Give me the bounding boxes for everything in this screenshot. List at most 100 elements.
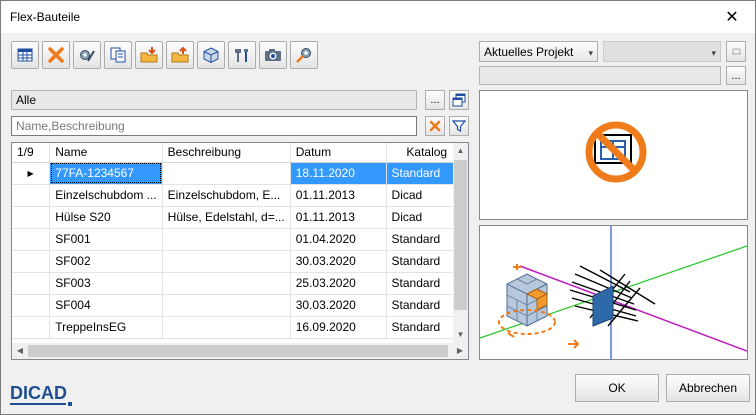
- new-window-button[interactable]: [449, 90, 469, 110]
- col-header-date[interactable]: Datum: [290, 143, 387, 163]
- cell-name[interactable]: Einzelschubdom ...: [49, 184, 163, 207]
- project-select[interactable]: Aktuelles Projekt ▾: [479, 41, 598, 62]
- delete-button[interactable]: [42, 41, 70, 69]
- row-header[interactable]: [12, 206, 51, 229]
- cancel-button-label: Abbrechen: [678, 381, 738, 395]
- col-header-description[interactable]: Beschreibung: [162, 143, 291, 163]
- 3d-part-button[interactable]: [197, 41, 225, 69]
- chevron-down-icon: ▾: [711, 48, 716, 58]
- cell-description[interactable]: [162, 162, 291, 185]
- edit-parts-button[interactable]: [73, 41, 101, 69]
- close-button[interactable]: ✕: [709, 1, 755, 32]
- cell-name[interactable]: TreppeInsEG: [49, 316, 163, 339]
- horizontal-scroll-thumb[interactable]: [28, 345, 448, 357]
- cell-date[interactable]: 30.03.2020: [290, 250, 387, 273]
- tools-button[interactable]: [228, 41, 256, 69]
- vertical-scroll-thumb[interactable]: [454, 160, 467, 310]
- window-title: Flex-Bauteile: [10, 10, 81, 24]
- tools-icon: [235, 49, 248, 62]
- current-row-indicator-icon: ▶: [27, 168, 34, 178]
- copy-button[interactable]: [104, 41, 132, 69]
- settings-button[interactable]: [290, 41, 318, 69]
- cell-date[interactable]: 30.03.2020: [290, 294, 387, 317]
- title-bar: Flex-Bauteile ✕: [1, 1, 755, 33]
- catalog-select[interactable]: ▾: [603, 41, 721, 62]
- cell-description[interactable]: [162, 228, 291, 251]
- row-header[interactable]: [12, 294, 51, 317]
- cell-name[interactable]: SF002: [49, 250, 163, 273]
- ok-button[interactable]: OK: [575, 374, 659, 402]
- clear-filter-button[interactable]: [425, 116, 445, 136]
- filter-button[interactable]: [449, 116, 469, 136]
- scroll-up-icon[interactable]: ▲: [453, 143, 468, 159]
- cell-date[interactable]: 01.11.2013: [290, 184, 387, 207]
- table-row[interactable]: SF003 25.03.2020 Standard: [12, 272, 468, 295]
- dialog-window: Flex-Bauteile ✕ Aktuelles Projekt ▾ ▾ ..…: [0, 0, 756, 415]
- table-row[interactable]: Einzelschubdom ... Einzelschubdom, E... 01…: [12, 184, 468, 207]
- cell-description[interactable]: [162, 250, 291, 273]
- cancel-button[interactable]: Abbrechen: [666, 374, 750, 402]
- chevron-down-icon: ▾: [588, 48, 593, 58]
- export-button[interactable]: [166, 41, 194, 69]
- table-row[interactable]: ▶ 77FA-1234567 18.11.2020 Standard: [12, 162, 468, 185]
- table-row[interactable]: Hülse S20 Hülse, Edelstahl, d=... 01.11.20…: [12, 206, 468, 229]
- row-header[interactable]: [12, 228, 51, 251]
- cell-date[interactable]: 25.03.2020: [290, 272, 387, 295]
- close-icon: ✕: [725, 8, 739, 26]
- project-browse-label: ...: [731, 69, 741, 82]
- row-header[interactable]: [12, 272, 51, 295]
- scroll-left-icon[interactable]: ◀: [12, 343, 28, 359]
- row-header[interactable]: [12, 184, 51, 207]
- table-row[interactable]: SF004 30.03.2020 Standard: [12, 294, 468, 317]
- 3d-model-viewport: [479, 226, 748, 359]
- row-header[interactable]: [12, 250, 51, 273]
- settings-icon: [296, 48, 311, 63]
- cell-description[interactable]: Einzelschubdom, E...: [162, 184, 291, 207]
- cell-name[interactable]: SF004: [49, 294, 163, 317]
- col-header-name[interactable]: Name: [49, 143, 163, 163]
- cell-date[interactable]: 18.11.2020: [290, 162, 387, 185]
- project-browse-button[interactable]: ...: [726, 66, 746, 85]
- import-button[interactable]: [135, 41, 163, 69]
- cell-name[interactable]: Hülse S20: [49, 206, 163, 229]
- search-placeholder: Name,Beschreibung: [16, 119, 125, 133]
- cell-date[interactable]: 16.09.2020: [290, 316, 387, 339]
- parts-table-body: 1/9 Name Beschreibung Datum Katalog ▶ 77F…: [12, 143, 468, 339]
- search-input[interactable]: Name,Beschreibung: [11, 116, 417, 136]
- category-field[interactable]: Alle: [11, 90, 417, 110]
- preview-3d[interactable]: [479, 225, 748, 360]
- row-header[interactable]: ▶: [12, 162, 51, 185]
- filter-icon: [452, 120, 466, 132]
- toolbar: [11, 41, 318, 69]
- dicad-logo: DICAD: [10, 382, 80, 411]
- cell-name[interactable]: 77FA-1234567: [49, 162, 163, 185]
- cell-name[interactable]: SF003: [49, 272, 163, 295]
- table-row[interactable]: TreppeInsEG 16.09.2020 Standard: [12, 316, 468, 339]
- copy-icon: [110, 47, 126, 63]
- vertical-scrollbar[interactable]: ▲ ▼: [453, 143, 468, 343]
- cell-name[interactable]: SF001: [49, 228, 163, 251]
- horizontal-scrollbar[interactable]: ◀ ▶: [12, 343, 468, 359]
- cell-description[interactable]: [162, 272, 291, 295]
- 3d-part-icon: [203, 47, 219, 64]
- new-window-icon: [452, 93, 466, 107]
- cell-date[interactable]: 01.11.2013: [290, 206, 387, 229]
- row-counter: 1/9: [12, 143, 51, 163]
- camera-button[interactable]: [259, 41, 287, 69]
- scroll-right-icon[interactable]: ▶: [452, 343, 468, 359]
- cell-date[interactable]: 01.04.2020: [290, 228, 387, 251]
- cell-description[interactable]: Hülse, Edelstahl, d=...: [162, 206, 291, 229]
- table-view-button[interactable]: [11, 41, 39, 69]
- parts-table: 1/9 Name Beschreibung Datum Katalog ▶ 77F…: [11, 142, 469, 360]
- category-browse-button[interactable]: ...: [425, 90, 445, 110]
- pin-button[interactable]: [726, 41, 746, 62]
- preview-2d: [479, 90, 748, 220]
- delete-icon: [48, 47, 64, 63]
- table-row[interactable]: SF002 30.03.2020 Standard: [12, 250, 468, 273]
- table-row[interactable]: SF001 01.04.2020 Standard: [12, 228, 468, 251]
- scroll-down-icon[interactable]: ▼: [453, 327, 468, 343]
- row-header[interactable]: [12, 316, 51, 339]
- cell-description[interactable]: [162, 316, 291, 339]
- cell-description[interactable]: [162, 294, 291, 317]
- project-path-field[interactable]: [479, 66, 721, 85]
